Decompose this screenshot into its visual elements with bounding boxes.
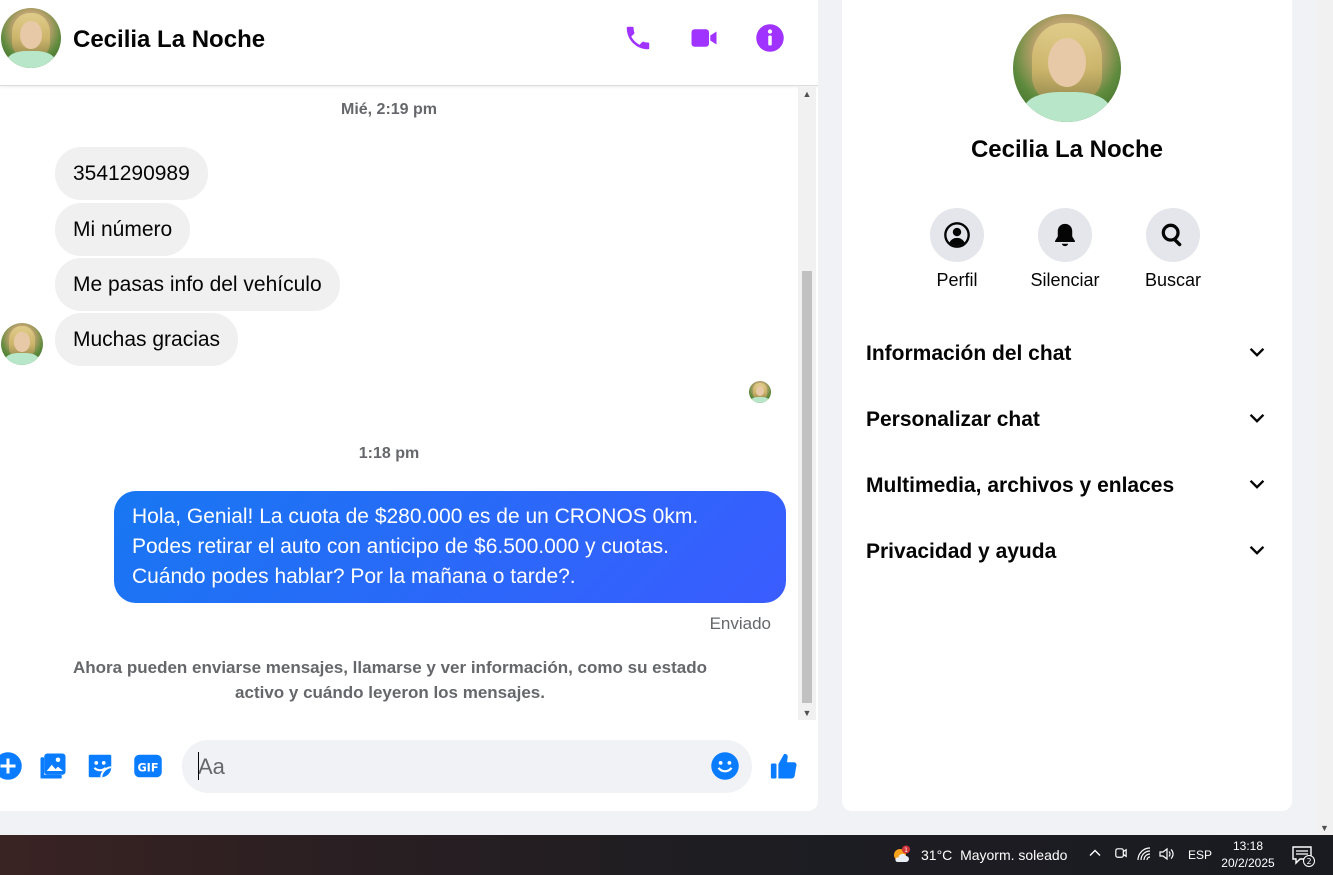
info-icon [756, 24, 784, 52]
outgoing-message-line: Cuándo podes hablar? Por la mañana o tar… [132, 565, 576, 588]
chat-bubble-icon: 2 [1292, 846, 1315, 867]
like-button[interactable] [767, 749, 801, 783]
language-indicator[interactable]: ESP [1188, 848, 1212, 862]
section-media-files-links[interactable]: Multimedia, archivos y enlaces [866, 458, 1268, 514]
gif-icon: GIF [134, 754, 162, 778]
chevron-up-icon[interactable] [1088, 846, 1102, 863]
temperature: 31°C [921, 847, 953, 863]
weather-button[interactable]: 1 [891, 845, 911, 865]
bell-icon [1054, 223, 1076, 247]
action-label: Perfil [936, 270, 978, 290]
info-button[interactable] [752, 20, 788, 56]
message-list: Mié, 2:19 pm 3541290989 Mi número Me pas… [0, 87, 798, 720]
sender-avatar[interactable] [1, 323, 43, 365]
emoji-icon [711, 752, 739, 780]
gif-button[interactable]: GIF [131, 749, 165, 783]
conversation-info-panel: Cecilia La Noche Perfil Silenciar Buscar… [842, 0, 1292, 811]
volume-icon[interactable] [1158, 846, 1176, 865]
action-label: Buscar [1144, 270, 1202, 290]
contact-name[interactable]: Cecilia La Noche [73, 26, 265, 54]
scroll-up-arrow-icon[interactable]: ▲ [802, 89, 812, 99]
chevron-down-icon [1246, 539, 1268, 566]
clock-time: 13:18 [1232, 839, 1264, 853]
info-note-line: Ahora pueden enviarse mensajes, llamarse… [73, 658, 707, 677]
section-chat-info[interactable]: Información del chat [866, 326, 1268, 382]
mute-button[interactable]: Silenciar [1025, 208, 1105, 291]
weather-widget[interactable]: 31°C Mayorm. soleado [921, 847, 1067, 863]
chat-header: Cecilia La Noche [0, 0, 818, 86]
section-label: Información del chat [866, 342, 1072, 365]
notification-count: 2 [1306, 857, 1311, 866]
meet-now-icon[interactable] [1113, 846, 1128, 864]
profile-avatar[interactable] [1013, 14, 1121, 122]
emoji-button[interactable] [708, 749, 742, 783]
notification-center-button[interactable]: 2 [1291, 845, 1317, 867]
phone-icon [626, 26, 650, 50]
message-status: Enviado [709, 614, 771, 633]
chevron-down-icon [1246, 341, 1268, 368]
outgoing-message[interactable]: Hola, Genial! La cuota de $280.000 es de… [114, 491, 786, 603]
thumbs-up-icon [770, 753, 797, 779]
info-note-line: activo y cuándo leyeron los mensajes. [235, 683, 545, 702]
timestamp: Mié, 2:19 pm [340, 101, 438, 118]
section-label: Privacidad y ayuda [866, 540, 1057, 563]
plus-icon [0, 752, 22, 780]
message-input[interactable] [182, 740, 752, 793]
composer: GIF [0, 735, 818, 799]
timestamp: 1:18 pm [358, 445, 420, 462]
system-clock[interactable]: 13:18 20/2/2025 [1216, 838, 1280, 872]
section-label: Multimedia, archivos y enlaces [866, 474, 1175, 497]
scroll-down-arrow-icon[interactable]: ▼ [1320, 823, 1329, 833]
incoming-message[interactable]: Mi número [55, 203, 191, 256]
search-icon [1161, 223, 1182, 247]
more-actions-button[interactable] [0, 749, 25, 783]
partly-sunny-icon: 1 [894, 845, 910, 862]
taskbar: 1 31°C Mayorm. soleado ESP 13:18 20/2/20… [0, 835, 1333, 875]
call-button[interactable] [620, 20, 656, 56]
chat-panel: Cecilia La Noche Mié, 2:19 pm 3541290989… [0, 0, 818, 811]
profile-button[interactable]: Perfil [917, 208, 997, 291]
action-label: Silenciar [1030, 270, 1100, 290]
search-in-chat-button[interactable]: Buscar [1133, 208, 1213, 291]
image-icon [40, 753, 66, 779]
svg-text:GIF: GIF [137, 761, 158, 774]
sticker-button[interactable] [83, 749, 117, 783]
section-customize-chat[interactable]: Personalizar chat [866, 392, 1268, 448]
profile-icon [944, 222, 970, 248]
incoming-message[interactable]: Me pasas info del vehículo [55, 258, 340, 311]
sticker-icon [88, 754, 112, 778]
outgoing-message-line: Hola, Genial! La cuota de $280.000 es de… [132, 505, 699, 528]
video-camera-icon [691, 29, 717, 47]
section-privacy-help[interactable]: Privacidad y ayuda [866, 524, 1268, 580]
wifi-icon[interactable] [1136, 846, 1152, 865]
chat-info-note: Ahora pueden enviarse mensajes, llamarse… [40, 655, 740, 705]
weather-alert-badge: 1 [904, 847, 908, 854]
video-call-button[interactable] [686, 20, 722, 56]
page-scrollbar[interactable]: ▼ [1317, 0, 1333, 835]
attach-image-button[interactable] [36, 749, 70, 783]
scroll-thumb[interactable] [802, 271, 812, 703]
contact-avatar[interactable] [1, 8, 61, 68]
read-receipt-avatar [749, 381, 771, 403]
outgoing-message-line: Podes retirar el auto con anticipo de $6… [132, 535, 670, 558]
section-label: Personalizar chat [866, 408, 1040, 431]
message-scrollbar[interactable]: ▲ ▼ [798, 87, 816, 720]
clock-date: 20/2/2025 [1221, 856, 1275, 870]
chevron-down-icon [1246, 473, 1268, 500]
scroll-down-arrow-icon[interactable]: ▼ [802, 708, 812, 718]
profile-name[interactable]: Cecilia La Noche [842, 136, 1292, 164]
incoming-message[interactable]: 3541290989 [55, 147, 208, 200]
chevron-down-icon [1246, 407, 1268, 434]
text-caret [198, 752, 199, 780]
weather-condition: Mayorm. soleado [960, 847, 1068, 863]
incoming-message[interactable]: Muchas gracias [55, 313, 239, 366]
